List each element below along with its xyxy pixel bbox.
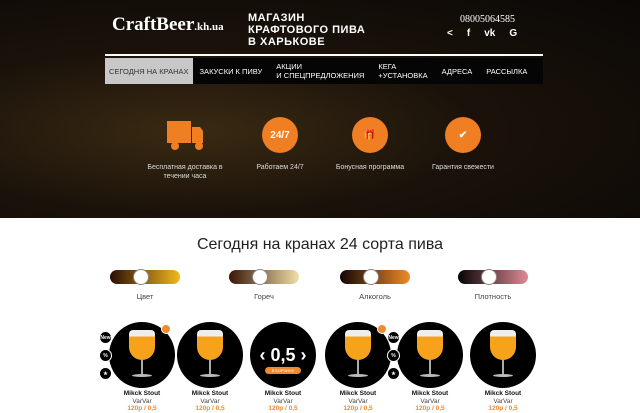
feature-label: Бесплатная доставка в течении часа	[147, 164, 223, 180]
feature-delivery: Бесплатная доставка в течении часа	[140, 117, 230, 181]
tagline: МАГАЗИН КРАФТОВОГО ПИВА В ХАРЬКОВЕ	[248, 12, 366, 48]
product-brand: VarVar	[200, 397, 220, 405]
product-name[interactable]: Mikck Stout	[192, 390, 228, 397]
product-name[interactable]: Mikck Stout	[124, 390, 160, 397]
filter-label: Гореч	[254, 292, 274, 301]
feature-label: Гарантия свежести	[432, 164, 494, 171]
volume-selector[interactable]: ‹ 0,5 ›	[250, 322, 316, 388]
logo[interactable]: CraftBeer.kh.ua	[112, 14, 224, 36]
glass-stem	[141, 360, 143, 374]
google-icon[interactable]: G	[509, 28, 517, 39]
nav-newsletter[interactable]: РАССЫЛКА	[479, 67, 534, 76]
product-name[interactable]: Mikck Stout	[485, 390, 521, 397]
nav-today[interactable]: СЕГОДНЯ НА КРАНАХ	[105, 58, 193, 84]
filter-label: Алкоголь	[359, 292, 391, 301]
feature-freshness: ✔ Гарантия свежести	[418, 117, 508, 172]
product-brand: VarVar	[420, 397, 440, 405]
logo-main: CraftBeer	[112, 14, 195, 35]
glass-foot	[348, 374, 368, 377]
check-badge-icon: ✔	[445, 117, 481, 153]
product-price: 120р / 0,5	[343, 405, 373, 412]
filter-slider-0[interactable]	[110, 269, 180, 285]
filter-slider-1[interactable]	[229, 269, 299, 285]
section-title: Сегодня на кранах 24 сорта пива	[196, 236, 444, 253]
feature-label: Работаем 24/7	[256, 164, 304, 171]
glass-foot	[200, 374, 220, 377]
status-dot	[377, 324, 387, 334]
nav-addresses[interactable]: АДРЕСА	[435, 67, 480, 76]
glass-stem	[429, 360, 431, 374]
glass-stem	[209, 360, 211, 374]
product-info: Mikck Stout VarVar 120р / 0,5	[390, 390, 470, 413]
product-name[interactable]: Mikck Stout	[265, 390, 301, 397]
phone[interactable]: 08005064585	[460, 14, 515, 25]
product-info: Mikck Stout VarVar 120р / 0,5	[243, 390, 323, 413]
truck-icon	[167, 117, 203, 153]
status-dot	[161, 324, 171, 334]
product-brand: VarVar	[493, 397, 513, 405]
slider-knob[interactable]	[363, 269, 379, 285]
feature-247: 24/7 Работаем 24/7	[235, 117, 325, 172]
badge-sale-icon: %	[387, 349, 400, 362]
filter-label: Плотность	[474, 292, 512, 301]
slider-knob[interactable]	[133, 269, 149, 285]
product-image[interactable]	[177, 322, 243, 388]
glass-stem	[357, 360, 359, 374]
filter-slider-2[interactable]	[340, 269, 410, 285]
badge-sale-icon: %	[99, 349, 112, 362]
product-price: 120р / 0,5	[488, 405, 518, 412]
product-price: 120р / 0,5	[415, 405, 445, 412]
logo-suffix: .kh.ua	[194, 21, 224, 33]
glass-foot	[493, 374, 513, 377]
glass-foot	[132, 374, 152, 377]
product-name[interactable]: Mikck Stout	[412, 390, 448, 397]
badge-new-icon: New	[99, 331, 112, 344]
main-nav: СЕГОДНЯ НА КРАНАХ ЗАКУСКИ К ПИВУ АКЦИИ И…	[105, 58, 543, 84]
beer-glass-image	[490, 330, 516, 360]
beer-glass-image	[197, 330, 223, 360]
nav-snacks[interactable]: ЗАКУСКИ К ПИВУ	[193, 67, 270, 76]
product-image[interactable]	[470, 322, 536, 388]
product-info: Mikck Stout VarVar 120р / 0,5	[170, 390, 250, 413]
share-icon[interactable]: <	[447, 28, 453, 39]
product-price: 120р / 0,5	[268, 405, 298, 412]
beer-glass-image	[345, 330, 371, 360]
beer-glass-image	[129, 330, 155, 360]
beer-glass-image	[417, 330, 443, 360]
product-image[interactable]	[397, 322, 463, 388]
nav-keg[interactable]: КЕГА +УСТАНОВКА	[371, 62, 434, 80]
product-image[interactable]: ‹ 0,5 › В КОРЗИНУ	[250, 322, 316, 388]
filter-slider-3[interactable]	[458, 269, 528, 285]
gift-icon: 🎁	[352, 117, 388, 153]
slider-knob[interactable]	[252, 269, 268, 285]
filter-label: Цвет	[136, 292, 154, 301]
glass-stem	[502, 360, 504, 374]
product-brand: VarVar	[273, 397, 293, 405]
vk-icon[interactable]: vk	[484, 28, 495, 39]
24-7-icon: 24/7	[262, 117, 298, 153]
product-info: Mikck Stout VarVar 120р / 0,5	[318, 390, 398, 413]
product-name[interactable]: Mikck Stout	[340, 390, 376, 397]
glass-foot	[420, 374, 440, 377]
nav-divider	[105, 54, 543, 56]
badge-fav-icon: ★	[99, 367, 112, 380]
feature-bonus: 🎁 Бонусная программа	[325, 117, 415, 172]
badge-fav-icon: ★	[387, 367, 400, 380]
nav-promotions[interactable]: АКЦИИ И СПЕЦПРЕДЛОЖЕНИЯ	[269, 62, 371, 80]
social-links: < f vk G	[447, 28, 517, 39]
product-brand: VarVar	[348, 397, 368, 405]
add-to-cart-button[interactable]: В КОРЗИНУ	[265, 367, 301, 374]
slider-knob[interactable]	[481, 269, 497, 285]
hero-banner: CraftBeer.kh.ua МАГАЗИН КРАФТОВОГО ПИВА …	[0, 0, 640, 218]
volume-value: 0,5	[270, 344, 296, 365]
product-info: Mikck Stout VarVar 120р / 0,5	[463, 390, 543, 413]
feature-label: Бонусная программа	[335, 164, 405, 171]
product-price: 120р / 0,5	[195, 405, 225, 412]
facebook-icon[interactable]: f	[467, 28, 470, 39]
badge-new-icon: New	[387, 331, 400, 344]
